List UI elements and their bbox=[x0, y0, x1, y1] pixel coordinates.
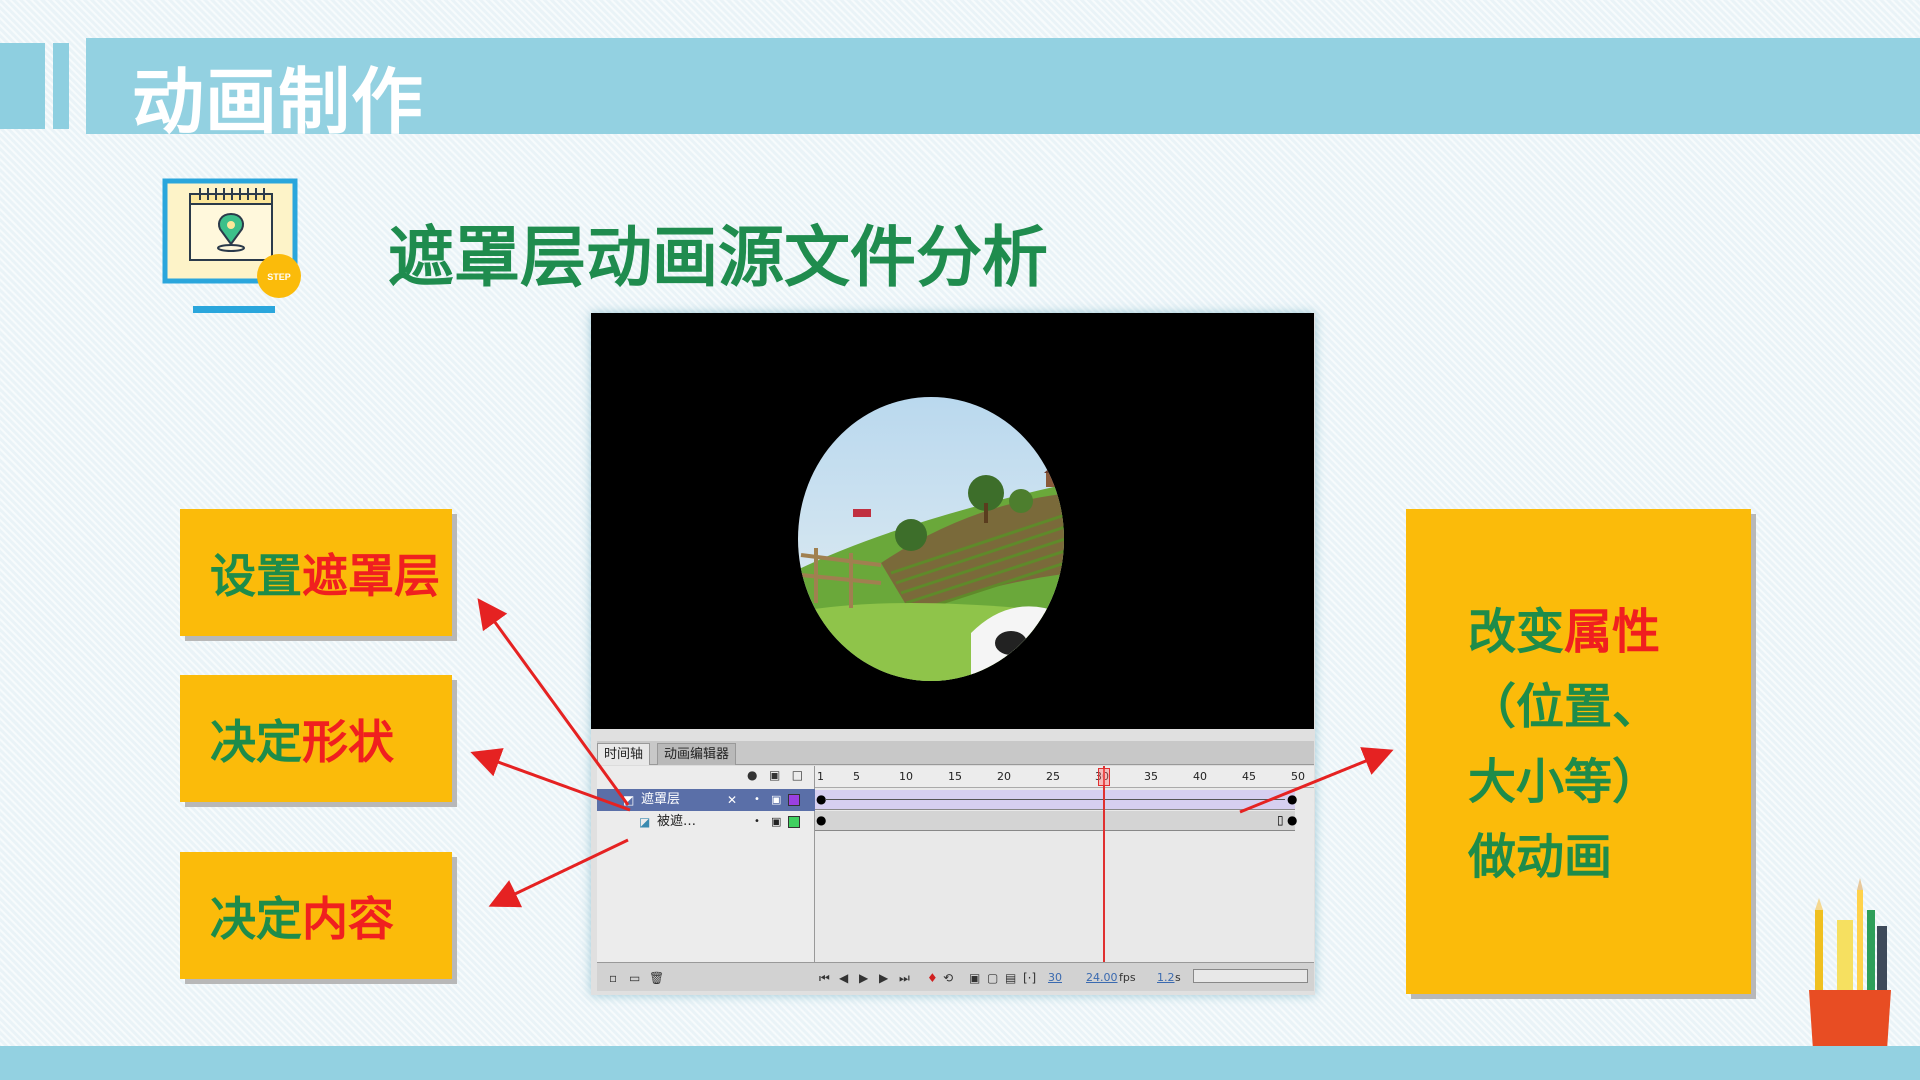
delete-layer-icon[interactable]: 🗑 bbox=[649, 971, 664, 985]
frame-end-marker: ▯ bbox=[1277, 813, 1284, 827]
label-text-red: 形状 bbox=[302, 714, 394, 769]
timeline-tabbar: 时间轴 动画编辑器 bbox=[597, 741, 1314, 765]
label-text-green: 设置 bbox=[210, 548, 302, 603]
time-readout[interactable]: 1.2 bbox=[1157, 971, 1175, 984]
ruler-tick: 45 bbox=[1242, 770, 1256, 783]
label-change-properties: 改变属性 （位置、 大小等） 做动画 bbox=[1406, 509, 1751, 994]
motion-tween-line bbox=[825, 799, 1285, 800]
label-text-green: 改变 bbox=[1468, 604, 1565, 660]
layer-list: ● ▣ □ ◩ 遮罩层 ✕ • ▣ ◪ 被遮… • ▣ bbox=[597, 766, 815, 962]
layer-header-icons: ● ▣ □ bbox=[747, 768, 803, 782]
label-decide-content: 决定 内容 bbox=[180, 852, 452, 979]
tab-motion-editor[interactable]: 动画编辑器 bbox=[657, 743, 737, 765]
onion-markers-icon[interactable]: [·] bbox=[1023, 971, 1036, 985]
label-text-red: 属性 bbox=[1564, 604, 1661, 660]
ruler-tick: 20 bbox=[997, 770, 1011, 783]
frame-ruler[interactable]: 1 5 10 15 20 25 30 35 40 45 50 bbox=[815, 766, 1314, 788]
first-frame-icon[interactable]: ⏮ bbox=[819, 971, 830, 986]
fps-unit: fps bbox=[1119, 971, 1136, 984]
masked-scene-image bbox=[798, 397, 1064, 681]
fps-readout[interactable]: 24.00 bbox=[1086, 971, 1118, 984]
label-line-3: 大小等） bbox=[1468, 754, 1661, 810]
flash-stage bbox=[591, 313, 1314, 729]
layer-row-masked[interactable]: ◪ 被遮… • ▣ bbox=[597, 811, 815, 833]
masked-layer-frames[interactable]: ● ▯ ● bbox=[815, 811, 1298, 831]
label-text-green: 决定 bbox=[210, 891, 302, 946]
label-text-red: 遮罩层 bbox=[302, 548, 440, 603]
step-back-icon[interactable]: ◀ bbox=[839, 971, 848, 985]
ruler-tick: 40 bbox=[1193, 770, 1207, 783]
lock-icon[interactable]: ▣ bbox=[771, 789, 781, 811]
masked-layer-icon: ◪ bbox=[639, 815, 651, 829]
lock-icon[interactable]: ▣ bbox=[771, 811, 781, 833]
onion-outline-icon[interactable]: ▢ bbox=[987, 971, 998, 985]
layer-color-swatch[interactable] bbox=[788, 794, 800, 806]
label-set-mask-layer: 设置 遮罩层 bbox=[180, 509, 452, 636]
step-forward-icon[interactable]: ▶ bbox=[879, 971, 888, 985]
label-text-green: 决定 bbox=[210, 714, 302, 769]
play-icon[interactable]: ▶ bbox=[859, 971, 868, 985]
page-title: 动画制作 bbox=[132, 60, 425, 144]
horizontal-scrollbar[interactable] bbox=[1193, 969, 1308, 983]
label-line-2: （位置、 bbox=[1468, 679, 1661, 735]
ruler-tick: 25 bbox=[1046, 770, 1060, 783]
ruler-tick: 15 bbox=[948, 770, 962, 783]
edit-multiple-icon[interactable]: ▤ bbox=[1005, 971, 1016, 985]
layer-row-mask[interactable]: ◩ 遮罩层 ✕ • ▣ bbox=[597, 789, 815, 811]
header-decor-bar bbox=[0, 43, 45, 129]
keyframe-dot: ● bbox=[816, 813, 827, 827]
ruler-tick: 50 bbox=[1291, 770, 1305, 783]
outline-icon[interactable]: □ bbox=[792, 768, 803, 782]
pencil-off-icon: ✕ bbox=[727, 793, 738, 807]
keyframe-dot: ● bbox=[1287, 792, 1298, 806]
header-decor-bar-thin bbox=[53, 43, 69, 129]
ruler-tick: 5 bbox=[853, 770, 860, 783]
footer-band bbox=[0, 1046, 1920, 1080]
step-badge-text: STEP bbox=[267, 272, 291, 282]
slide-subtitle: 遮罩层动画源文件分析 bbox=[388, 219, 1048, 296]
step-icon: STEP bbox=[162, 178, 312, 318]
ruler-tick: 35 bbox=[1144, 770, 1158, 783]
label-decide-shape: 决定 形状 bbox=[180, 675, 452, 802]
label-line-1: 改变属性 bbox=[1468, 595, 1660, 670]
layer-name: 遮罩层 bbox=[641, 792, 681, 807]
ruler-tick: 10 bbox=[899, 770, 913, 783]
time-unit: s bbox=[1175, 971, 1181, 984]
layer-name: 被遮… bbox=[657, 814, 697, 829]
playhead[interactable] bbox=[1103, 766, 1105, 962]
center-frame-icon[interactable]: ♦ bbox=[927, 971, 938, 985]
keyframe-dot: ● bbox=[1287, 813, 1298, 827]
layer-color-swatch[interactable] bbox=[788, 816, 800, 828]
new-folder-icon[interactable]: ▭ bbox=[629, 971, 640, 985]
visibility-dot-icon[interactable]: • bbox=[754, 789, 760, 811]
lock-icon[interactable]: ▣ bbox=[769, 768, 780, 782]
playhead-handle[interactable] bbox=[1098, 768, 1110, 786]
loop-icon[interactable]: ⟲ bbox=[943, 971, 953, 985]
frames-area[interactable]: 1 5 10 15 20 25 30 35 40 45 50 ● ● ● ▯ ● bbox=[815, 766, 1314, 962]
tab-timeline[interactable]: 时间轴 bbox=[597, 743, 651, 765]
timeline-statusbar: ▫ ▭ 🗑 ⏮ ◀ ▶ ▶ ⏭ ♦ ⟲ ▣ ▢ ▤ [·] 30 24.00 f… bbox=[597, 962, 1314, 991]
mask-layer-icon: ◩ bbox=[623, 793, 635, 807]
timeline-panel: 时间轴 动画编辑器 ● ▣ □ ◩ 遮罩层 ✕ • ▣ ◪ 被遮… • ▣ 1 … bbox=[597, 741, 1314, 991]
last-frame-icon[interactable]: ⏭ bbox=[899, 971, 910, 986]
new-layer-icon[interactable]: ▫ bbox=[609, 971, 617, 985]
visibility-dot-icon[interactable]: • bbox=[754, 811, 760, 833]
ruler-tick: 1 bbox=[817, 770, 824, 783]
current-frame-readout[interactable]: 30 bbox=[1048, 971, 1062, 984]
label-line-4: 做动画 bbox=[1468, 829, 1613, 885]
mask-layer-frames[interactable]: ● ● bbox=[815, 790, 1298, 810]
label-text-red: 内容 bbox=[302, 891, 394, 946]
eye-icon[interactable]: ● bbox=[747, 768, 757, 782]
onion-skin-icon[interactable]: ▣ bbox=[969, 971, 980, 985]
